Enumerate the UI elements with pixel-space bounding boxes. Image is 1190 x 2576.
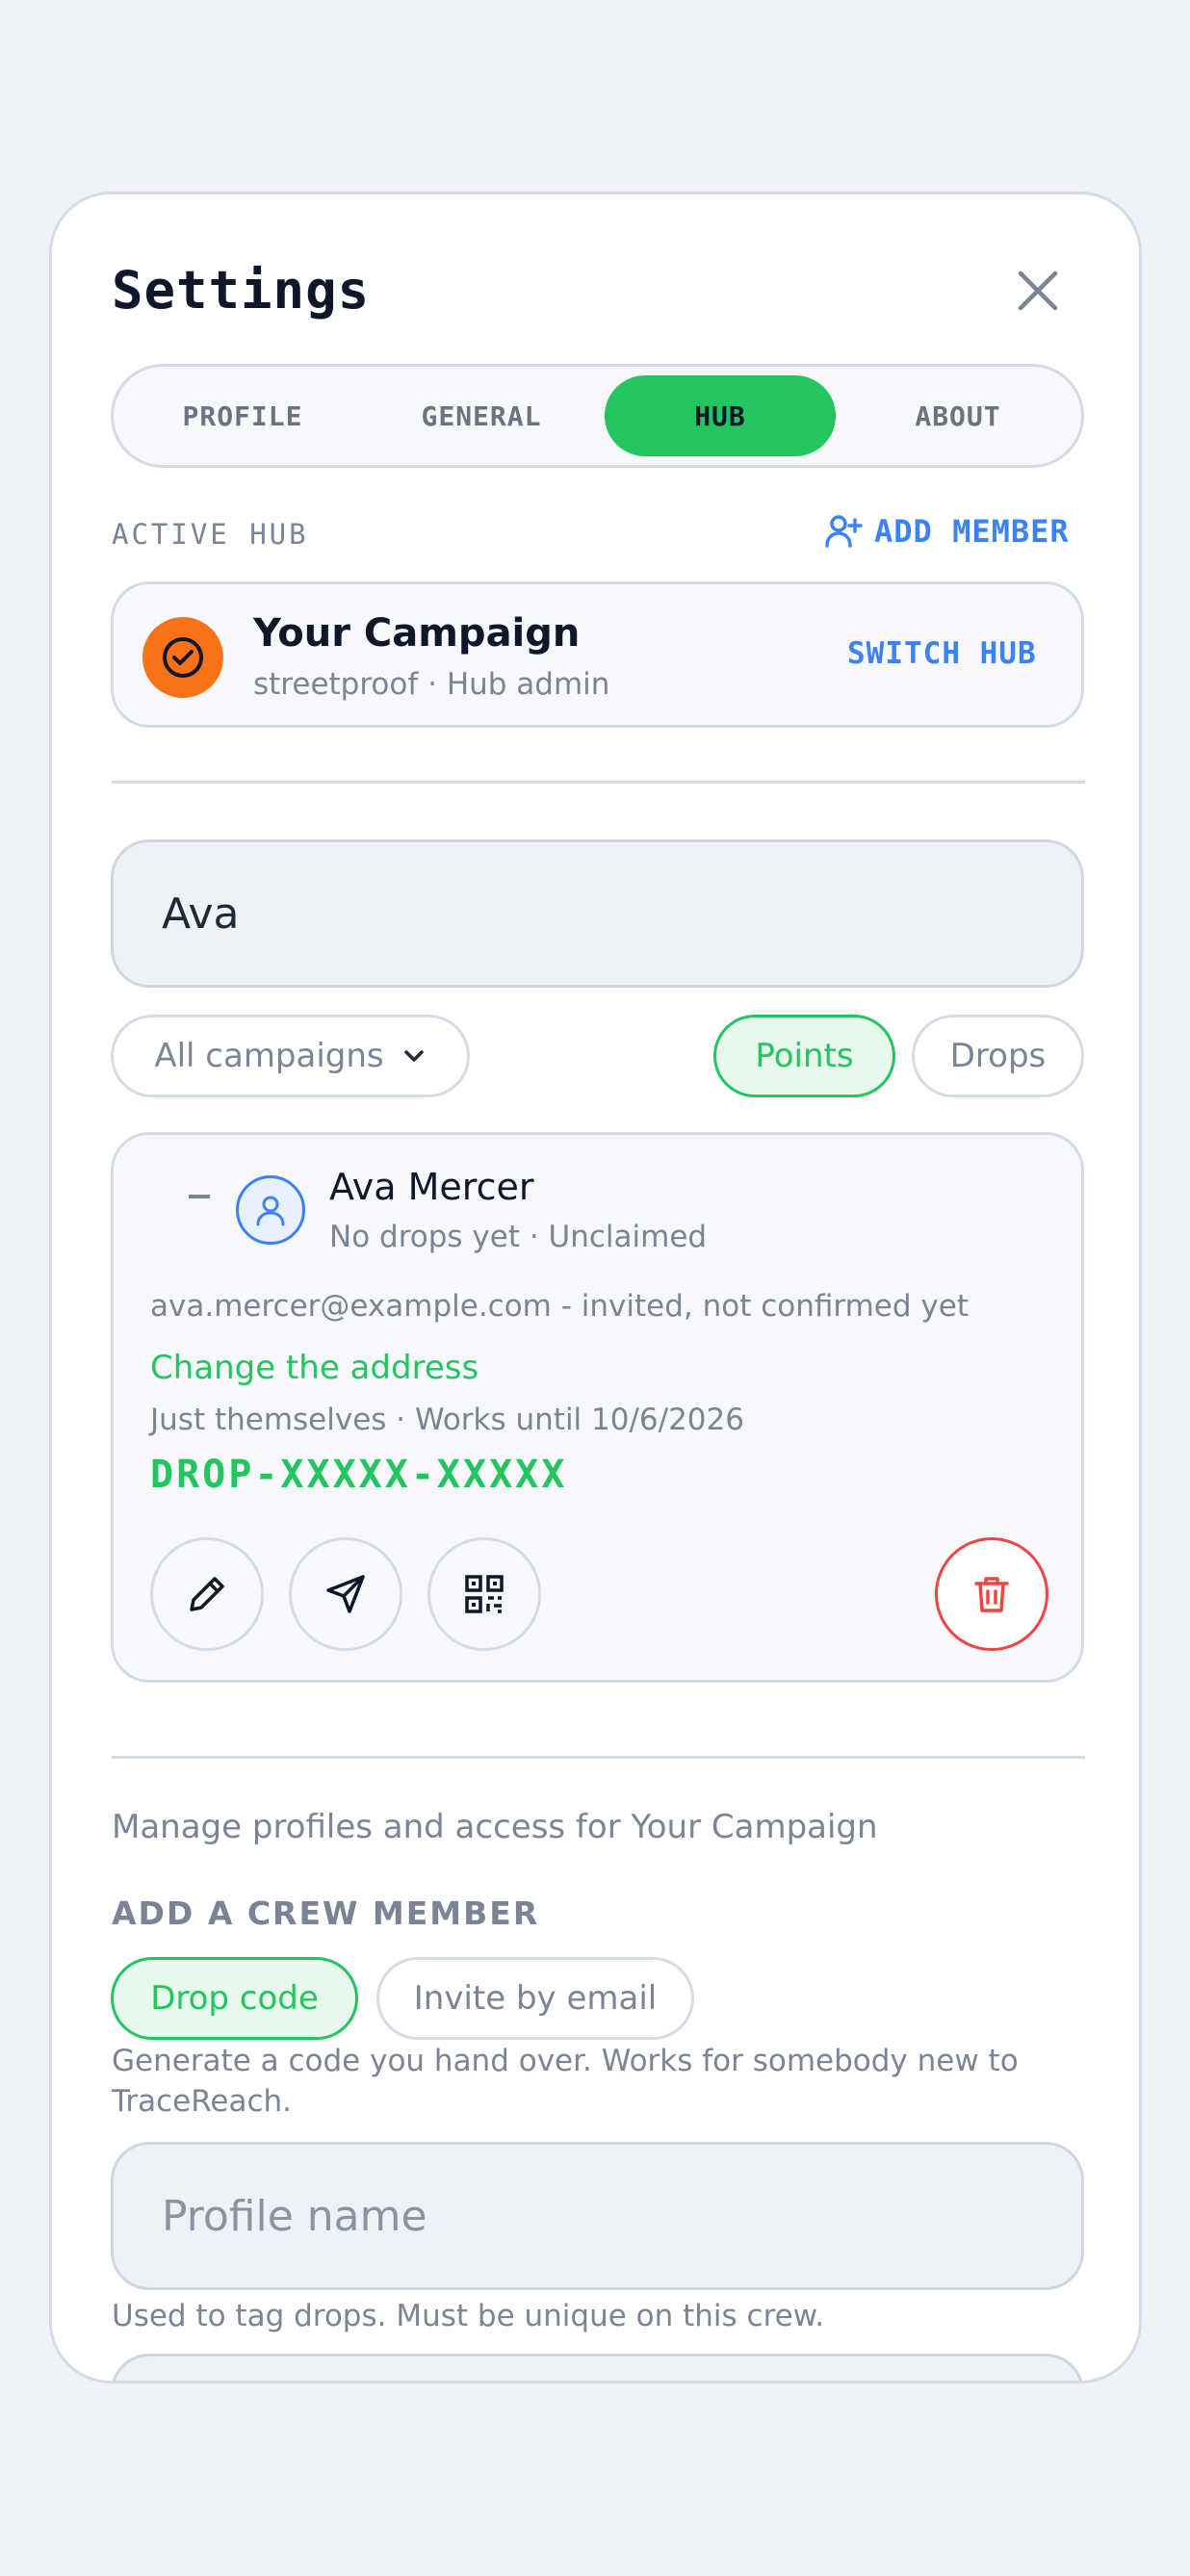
divider xyxy=(112,1756,1085,1759)
tab-hub[interactable]: HUB xyxy=(605,375,836,456)
member-name: Ava Mercer xyxy=(329,1166,534,1208)
check-circle-icon xyxy=(163,637,203,678)
campaign-select[interactable]: All campaigns xyxy=(111,1015,470,1097)
settings-tabs: PROFILE GENERAL HUB ABOUT xyxy=(111,364,1084,468)
delete-button[interactable] xyxy=(935,1537,1048,1651)
profile-name-input[interactable] xyxy=(111,2142,1084,2290)
close-button[interactable] xyxy=(1011,264,1065,318)
hub-avatar xyxy=(142,617,223,698)
pencil-icon xyxy=(190,1577,224,1611)
chevron-down-icon xyxy=(403,1050,424,1062)
add-member-label: ADD MEMBER xyxy=(874,513,1070,550)
member-search-input[interactable] xyxy=(111,839,1084,988)
active-hub-card: Your Campaign streetproof · Hub admin SW… xyxy=(111,581,1084,728)
trash-icon xyxy=(974,1577,1009,1612)
qr-code-icon xyxy=(465,1575,504,1613)
drop-code: DROP-XXXXX-XXXXX xyxy=(150,1453,568,1497)
collapse-marker[interactable] xyxy=(189,1195,210,1198)
hub-subtitle: streetproof · Hub admin xyxy=(253,667,610,702)
member-status: No drops yet · Unclaimed xyxy=(329,1220,708,1254)
switch-hub-button[interactable]: SWITCH HUB xyxy=(847,636,1037,671)
hub-name: Your Campaign xyxy=(253,611,581,656)
filter-drops-button[interactable]: Drops xyxy=(912,1015,1084,1097)
user-plus-icon xyxy=(825,515,863,548)
close-icon xyxy=(1018,270,1058,311)
edit-button[interactable] xyxy=(150,1537,264,1651)
member-email: ava.mercer@example.com - invited, not co… xyxy=(150,1289,969,1324)
add-crew-label: ADD A CREW MEMBER xyxy=(112,1894,540,1932)
active-hub-label: ACTIVE HUB xyxy=(112,518,309,551)
change-address-link[interactable]: Change the address xyxy=(150,1349,479,1387)
divider xyxy=(112,781,1085,784)
profile-name-helper: Used to tag drops. Must be unique on thi… xyxy=(112,2299,825,2333)
member-card: Ava Mercer No drops yet · Unclaimed ava.… xyxy=(111,1132,1084,1683)
member-detail: Just themselves · Works until 10/6/2026 xyxy=(150,1403,744,1437)
next-input[interactable] xyxy=(111,2354,1084,2381)
manage-description: Manage profiles and access for Your Camp… xyxy=(112,1808,878,1846)
tab-about[interactable]: ABOUT xyxy=(842,375,1074,456)
qr-code-button[interactable] xyxy=(427,1537,541,1651)
mode-drop-code-button[interactable]: Drop code xyxy=(111,1957,358,2040)
send-button[interactable] xyxy=(289,1537,402,1651)
avatar xyxy=(236,1175,305,1245)
settings-panel: Settings PROFILE GENERAL HUB ABOUT ACTIV… xyxy=(49,192,1142,2383)
campaign-select-label: All campaigns xyxy=(154,1037,384,1075)
filter-points-button[interactable]: Points xyxy=(713,1015,895,1097)
page-title: Settings xyxy=(112,260,371,321)
tab-profile[interactable]: PROFILE xyxy=(127,375,358,456)
add-member-button[interactable]: ADD MEMBER xyxy=(824,512,1070,551)
mode-helper-text: Generate a code you hand over. Works for… xyxy=(112,2044,1019,2119)
user-icon xyxy=(256,1196,285,1226)
tab-general[interactable]: GENERAL xyxy=(366,375,597,456)
mode-invite-email-button[interactable]: Invite by email xyxy=(376,1957,694,2040)
send-icon xyxy=(326,1575,365,1613)
